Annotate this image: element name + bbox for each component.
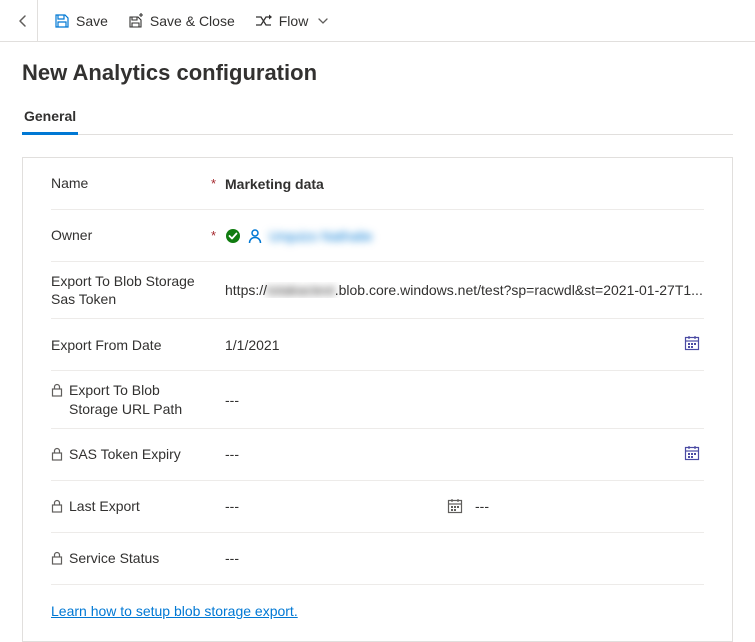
field-last-export: Last Export --- --- <box>51 481 704 533</box>
flow-icon <box>255 14 273 28</box>
field-name-label: Name <box>51 174 211 192</box>
field-name: Name * Marketing data <box>51 158 704 210</box>
flow-button[interactable]: Flow <box>245 0 339 42</box>
field-export-date-label: Export From Date <box>51 336 211 354</box>
field-url-path-value: --- <box>225 392 704 408</box>
help-link-row: Learn how to setup blob storage export. <box>51 585 704 641</box>
calendar-icon <box>684 335 700 351</box>
tab-general[interactable]: General <box>22 100 78 134</box>
verified-icon <box>225 228 241 244</box>
field-export-date: Export From Date 1/1/2021 <box>51 319 704 371</box>
help-link[interactable]: Learn how to setup blob storage export. <box>51 603 298 619</box>
page-title: New Analytics configuration <box>22 60 733 86</box>
lock-icon <box>51 447 63 461</box>
owner-name: Urquizo Nathalie <box>269 228 373 244</box>
lock-icon <box>51 383 63 397</box>
calendar-button <box>680 441 704 468</box>
save-button[interactable]: Save <box>44 0 118 42</box>
lock-icon <box>51 499 63 513</box>
field-service-status-label: Service Status <box>51 549 211 567</box>
save-label: Save <box>76 13 108 29</box>
back-arrow-icon <box>15 13 31 29</box>
tab-general-label: General <box>24 108 76 124</box>
form-panel: Name * Marketing data Owner * Urquizo Na… <box>22 157 733 642</box>
lock-icon <box>51 551 63 565</box>
required-mark: * <box>211 228 225 243</box>
save-close-icon <box>128 13 144 29</box>
field-url-path: Export To Blob Storage URL Path --- <box>51 371 704 428</box>
calendar-icon <box>435 498 475 514</box>
flow-label: Flow <box>279 13 309 29</box>
field-sas-token: Export To Blob Storage Sas Token https:/… <box>51 262 704 319</box>
field-export-date-value[interactable]: 1/1/2021 <box>225 331 704 358</box>
field-owner-label: Owner <box>51 226 211 244</box>
calendar-button[interactable] <box>680 331 704 358</box>
field-owner-value[interactable]: Urquizo Nathalie <box>225 228 704 244</box>
save-close-button[interactable]: Save & Close <box>118 0 245 42</box>
field-sas-token-label: Export To Blob Storage Sas Token <box>51 272 211 308</box>
save-icon <box>54 13 70 29</box>
field-sas-expiry: SAS Token Expiry --- <box>51 429 704 481</box>
back-button[interactable] <box>8 0 38 42</box>
page-content: New Analytics configuration General Name… <box>0 42 755 642</box>
required-mark: * <box>211 176 225 191</box>
field-last-export-value: --- --- <box>225 498 704 514</box>
field-name-value[interactable]: Marketing data <box>225 176 704 192</box>
command-bar: Save Save & Close Flow <box>0 0 755 42</box>
field-url-path-label: Export To Blob Storage URL Path <box>51 381 211 417</box>
person-icon <box>247 228 263 244</box>
tab-bar: General <box>22 100 733 135</box>
save-close-label: Save & Close <box>150 13 235 29</box>
field-sas-token-value[interactable]: https://totakactest.blob.core.windows.ne… <box>225 282 704 298</box>
chevron-down-icon <box>318 16 328 26</box>
field-owner: Owner * Urquizo Nathalie <box>51 210 704 262</box>
field-service-status: Service Status --- <box>51 533 704 585</box>
field-sas-expiry-value: --- <box>225 441 704 468</box>
calendar-icon <box>684 445 700 461</box>
field-service-status-value: --- <box>225 550 704 566</box>
field-sas-expiry-label: SAS Token Expiry <box>51 445 211 463</box>
field-last-export-label: Last Export <box>51 497 211 515</box>
